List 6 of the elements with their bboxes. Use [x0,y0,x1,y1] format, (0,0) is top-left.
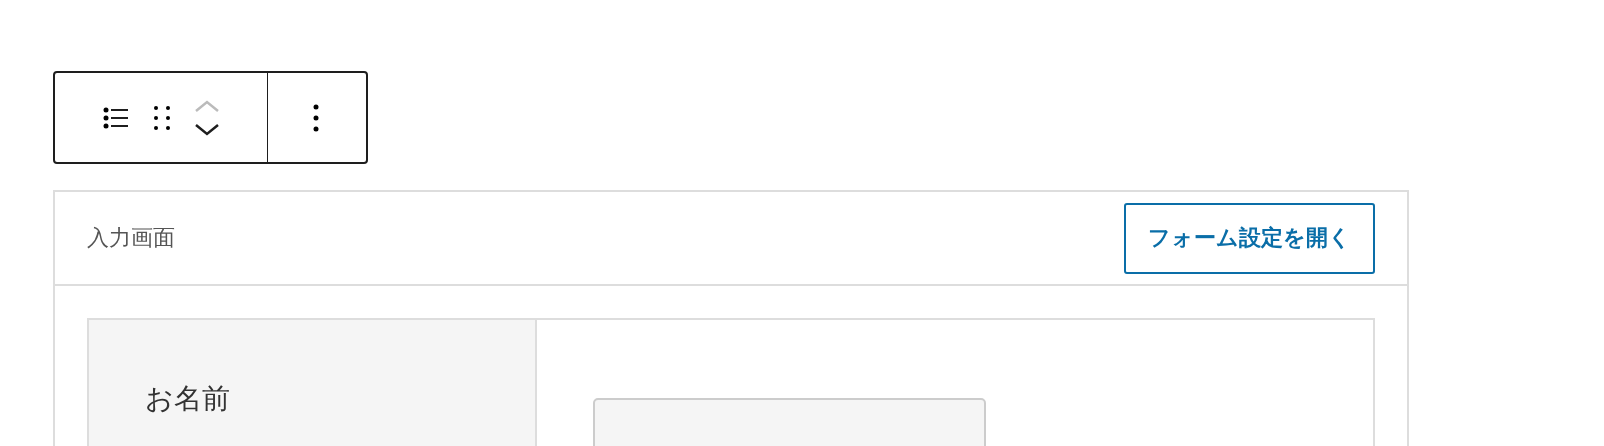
block-title: 入力画面 [87,224,175,252]
move-down-icon[interactable] [194,122,220,137]
field-label: お名前 [145,382,230,415]
drag-handle-icon[interactable] [152,103,172,132]
more-options-icon[interactable] [313,102,319,133]
open-form-settings-button[interactable]: フォーム設定を開く [1124,202,1375,274]
